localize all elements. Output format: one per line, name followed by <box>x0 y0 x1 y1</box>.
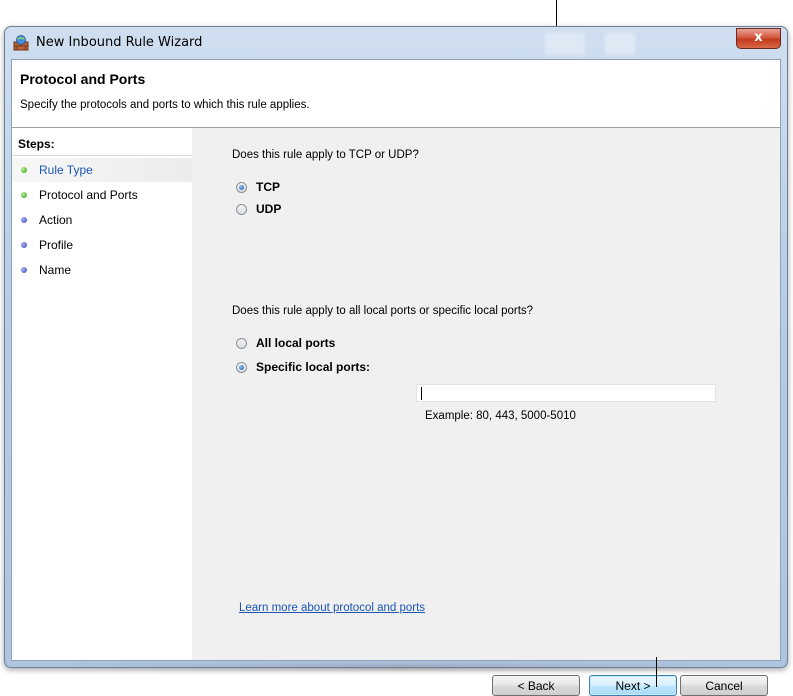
steps-divider <box>12 155 192 156</box>
firewall-icon <box>13 35 29 51</box>
step-label: Rule Type <box>39 163 93 177</box>
close-button[interactable]: x <box>736 28 781 49</box>
step-rule-type[interactable]: Rule Type <box>12 158 192 182</box>
step-profile[interactable]: Profile <box>12 233 192 257</box>
step-protocol-and-ports[interactable]: Protocol and Ports <box>12 183 192 207</box>
step-pending-bullet-icon <box>21 267 27 273</box>
next-button[interactable]: Next > <box>589 675 677 696</box>
background-blur <box>605 33 635 55</box>
step-pending-bullet-icon <box>21 217 27 223</box>
step-label: Action <box>39 213 73 227</box>
back-button[interactable]: < Back <box>492 675 580 696</box>
text-caret <box>421 387 422 400</box>
steps-title: Steps: <box>18 137 55 151</box>
radio-checked-icon <box>236 181 247 193</box>
callout-line-bottom <box>656 657 657 687</box>
background-blur <box>545 33 585 55</box>
wizard-main: Does this rule apply to TCP or UDP? TCP … <box>192 128 780 696</box>
radio-tcp[interactable]: TCP <box>236 180 280 194</box>
radio-unchecked-icon <box>236 337 247 349</box>
cancel-button[interactable]: Cancel <box>680 675 768 696</box>
radio-unchecked-icon <box>236 203 247 215</box>
page-title: Protocol and Ports <box>20 71 146 87</box>
radio-checked-icon <box>236 361 247 373</box>
step-label: Protocol and Ports <box>39 188 138 202</box>
radio-label: TCP <box>256 180 280 194</box>
radio-udp[interactable]: UDP <box>236 202 281 216</box>
radio-specific-local-ports[interactable]: Specific local ports: <box>236 360 370 374</box>
radio-label: Specific local ports: <box>256 360 371 374</box>
learn-more-link[interactable]: Learn more about protocol and ports <box>239 602 425 614</box>
title-bar[interactable]: New Inbound Rule Wizard x <box>5 27 787 59</box>
step-complete-bullet-icon <box>21 192 27 198</box>
specific-ports-input[interactable] <box>416 384 716 402</box>
wizard-header: Protocol and Ports Specify the protocols… <box>12 60 780 128</box>
step-label: Name <box>39 263 72 277</box>
step-complete-bullet-icon <box>21 167 27 173</box>
window-title: New Inbound Rule Wizard <box>36 35 203 50</box>
steps-panel: Steps: Rule Type Protocol and Ports Acti… <box>12 128 192 660</box>
protocol-question: Does this rule apply to TCP or UDP? <box>232 149 419 161</box>
background-blur <box>60 664 740 670</box>
radio-label: All local ports <box>256 336 336 350</box>
ports-example-hint: Example: 80, 443, 5000-5010 <box>425 410 576 422</box>
wizard-client: Protocol and Ports Specify the protocols… <box>11 59 781 696</box>
page-subtitle: Specify the protocols and ports to which… <box>20 99 310 111</box>
step-label: Profile <box>39 238 74 252</box>
radio-label: UDP <box>256 202 282 216</box>
step-name[interactable]: Name <box>12 258 192 282</box>
close-icon: x <box>754 30 763 45</box>
step-action[interactable]: Action <box>12 208 192 232</box>
step-pending-bullet-icon <box>21 242 27 248</box>
ports-question: Does this rule apply to all local ports … <box>232 305 534 317</box>
radio-all-local-ports[interactable]: All local ports <box>236 336 335 350</box>
wizard-window: New Inbound Rule Wizard x Protocol and P… <box>4 26 788 696</box>
